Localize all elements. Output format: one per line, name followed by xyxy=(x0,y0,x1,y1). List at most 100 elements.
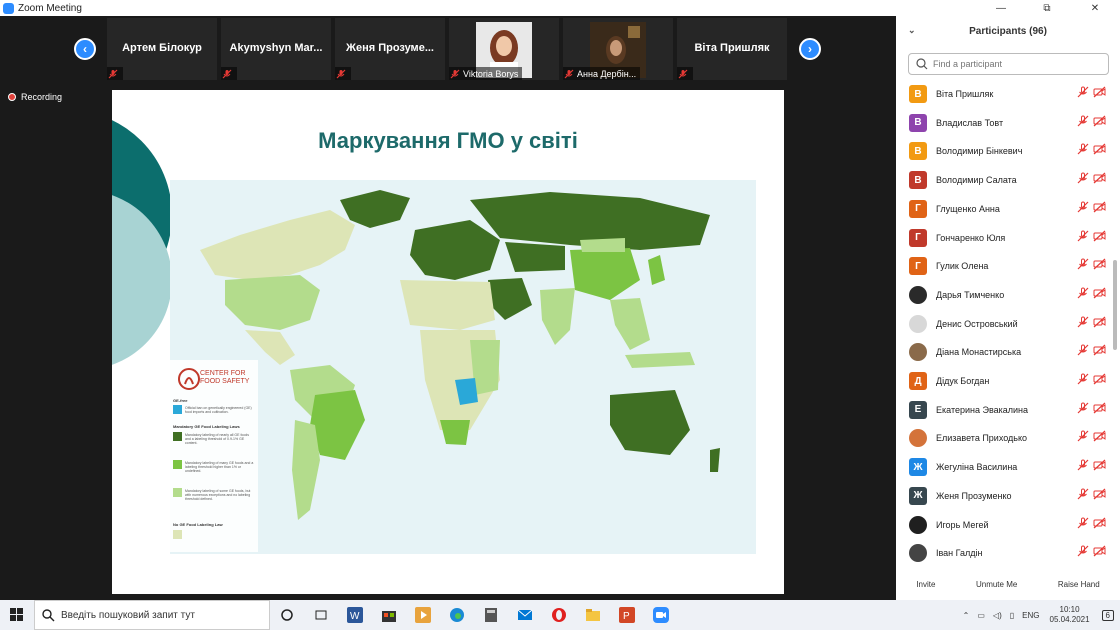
video-off-icon xyxy=(1089,343,1106,361)
participant-row[interactable]: Г Гончаренко Юля xyxy=(896,224,1110,252)
start-button[interactable] xyxy=(0,600,34,630)
next-page-arrow[interactable]: › xyxy=(799,38,821,60)
scrollbar-thumb[interactable] xyxy=(1113,260,1117,350)
map-legend: CENTER FOR FOOD SAFETY GE-free Official … xyxy=(170,360,258,552)
participant-row[interactable]: В Володимир Салата xyxy=(896,166,1110,194)
participant-search[interactable] xyxy=(908,53,1109,75)
svg-text:P: P xyxy=(623,611,630,622)
kazakhstan-region xyxy=(505,242,565,272)
battery-icon[interactable]: ▯ xyxy=(1010,611,1014,620)
windows-logo-icon xyxy=(10,608,23,621)
taskbar-search[interactable]: Введіть пошуковий запит тут xyxy=(34,600,270,630)
show-hidden-icons-icon[interactable]: ⌃ xyxy=(963,611,970,620)
participant-name: Дідук Богдан xyxy=(936,376,990,386)
muted-mic-icon xyxy=(1073,171,1089,189)
avatar: Е xyxy=(909,400,927,419)
participant-row[interactable]: В Владислав Товт xyxy=(896,109,1110,137)
participant-status-icons xyxy=(1073,171,1106,189)
task-view-icon[interactable] xyxy=(304,600,338,630)
avatar: Ж xyxy=(909,486,927,505)
mail-icon[interactable] xyxy=(508,600,542,630)
participant-row[interactable]: Е Екатерина Эвакалина xyxy=(896,396,1110,424)
video-off-icon xyxy=(1089,372,1106,390)
participant-row[interactable]: Дарья Тимченко xyxy=(896,281,1110,309)
participant-status-icons xyxy=(1073,229,1106,247)
file-explorer-icon[interactable] xyxy=(576,600,610,630)
opera-icon[interactable] xyxy=(542,600,576,630)
participant-name: Денис Островський xyxy=(936,318,1018,329)
collapse-chevron-icon[interactable]: ⌄ xyxy=(908,25,916,36)
minimize-button[interactable]: — xyxy=(978,0,1024,16)
participant-row[interactable]: Ж Жегуліна Василина xyxy=(896,453,1110,481)
video-off-icon xyxy=(1089,85,1106,103)
video-off-icon xyxy=(1089,229,1106,247)
participant-row[interactable]: Ж Женя Прозуменко xyxy=(896,482,1110,510)
participant-name: Жегуліна Василина xyxy=(936,462,1018,473)
participant-row[interactable]: Игорь Мегей xyxy=(896,511,1110,539)
avatar xyxy=(909,429,927,448)
raise-hand-button[interactable]: Raise Hand xyxy=(1052,577,1106,592)
participant-search-input[interactable] xyxy=(933,59,1103,69)
participant-row[interactable]: В Віта Пришляк xyxy=(896,80,1110,108)
zoom-taskbar-icon[interactable] xyxy=(644,600,678,630)
participant-row[interactable]: Елизавета Приходько xyxy=(896,424,1110,452)
participant-name: Дарья Тимченко xyxy=(936,289,1005,300)
participant-row[interactable]: Діана Монастирська xyxy=(896,338,1110,366)
participants-title: Participants (96) xyxy=(969,25,1047,37)
store-icon[interactable] xyxy=(372,600,406,630)
legend-mandatory-3-text: Mandatory labeling of some GE foods, but… xyxy=(185,489,251,501)
participant-row[interactable]: Г Глущенко Анна xyxy=(896,195,1110,223)
powerpoint-icon[interactable]: P xyxy=(610,600,644,630)
tile-status-bar: Анна Дербін... xyxy=(563,67,641,80)
cortana-icon[interactable] xyxy=(270,600,304,630)
muted-mic-icon xyxy=(1073,516,1089,534)
muted-mic-icon xyxy=(563,68,575,80)
edge-icon[interactable] xyxy=(440,600,474,630)
window-titlebar: Zoom Meeting — ⧉ ✕ xyxy=(0,0,1120,16)
participant-status-icons xyxy=(1073,458,1106,476)
muted-mic-icon xyxy=(1073,343,1089,361)
video-tile[interactable]: Артем Білокур xyxy=(107,18,217,80)
video-tile[interactable]: Viktoria Borys xyxy=(449,18,559,80)
prev-page-arrow[interactable]: ‹ xyxy=(74,38,96,60)
video-tile[interactable]: Женя Прозуме... xyxy=(335,18,445,80)
legend-swatch-mandatory-2 xyxy=(173,460,182,469)
participant-name: Іван Галдін xyxy=(936,548,983,559)
volume-icon[interactable]: ◁) xyxy=(993,611,1002,620)
avatar xyxy=(909,314,927,333)
video-tile[interactable]: Akymyshyn Mar... xyxy=(221,18,331,80)
tile-name: Akymyshyn Mar... xyxy=(229,42,323,54)
participant-row[interactable]: Денис Островський xyxy=(896,310,1110,338)
participant-row[interactable]: Іван Галдін xyxy=(896,539,1110,566)
close-button[interactable]: ✕ xyxy=(1072,0,1118,16)
muted-mic-icon xyxy=(1073,257,1089,275)
video-tile[interactable]: Анна Дербін... xyxy=(563,18,673,80)
restore-button[interactable]: ⧉ xyxy=(1024,0,1070,16)
taskbar-clock[interactable]: 10:10 05.04.2021 xyxy=(1050,605,1090,625)
notification-center-icon[interactable]: 6 xyxy=(1101,609,1114,621)
participant-row[interactable]: Д Дідук Богдан xyxy=(896,367,1110,395)
calculator-icon[interactable] xyxy=(474,600,508,630)
video-tile[interactable]: Віта Пришляк xyxy=(677,18,787,80)
legend-mandatory-2-text: Mandatory labeling of many GE foods and … xyxy=(185,461,254,473)
participants-scrollbar[interactable] xyxy=(1113,80,1117,560)
muted-mic-icon xyxy=(1073,286,1089,304)
participant-row[interactable]: Г Гулик Олена xyxy=(896,252,1110,280)
unmute-me-button[interactable]: Unmute Me xyxy=(970,577,1023,592)
legend-swatch-ge-free xyxy=(173,405,182,414)
participant-status-icons xyxy=(1073,142,1106,160)
word-icon[interactable]: W xyxy=(338,600,372,630)
recording-indicator[interactable]: Recording xyxy=(8,92,62,102)
video-off-icon xyxy=(1089,171,1106,189)
network-icon[interactable]: ▭ xyxy=(977,611,985,620)
video-strip: ‹ Артем Білокур Akymyshyn Mar... Женя Пр… xyxy=(0,16,896,82)
participant-name: Игорь Мегей xyxy=(936,519,989,530)
avatar: Д xyxy=(909,372,927,390)
participant-row[interactable]: В Володимир Бінкевич xyxy=(896,137,1110,165)
participants-footer: Invite Unmute Me Raise Hand xyxy=(896,572,1120,596)
muted-mic-icon xyxy=(1073,229,1089,247)
language-indicator[interactable]: ENG xyxy=(1022,611,1039,620)
legend-no-law-heading: No GE Food Labeling Law xyxy=(173,522,223,527)
media-player-icon[interactable] xyxy=(406,600,440,630)
invite-button[interactable]: Invite xyxy=(910,577,941,592)
